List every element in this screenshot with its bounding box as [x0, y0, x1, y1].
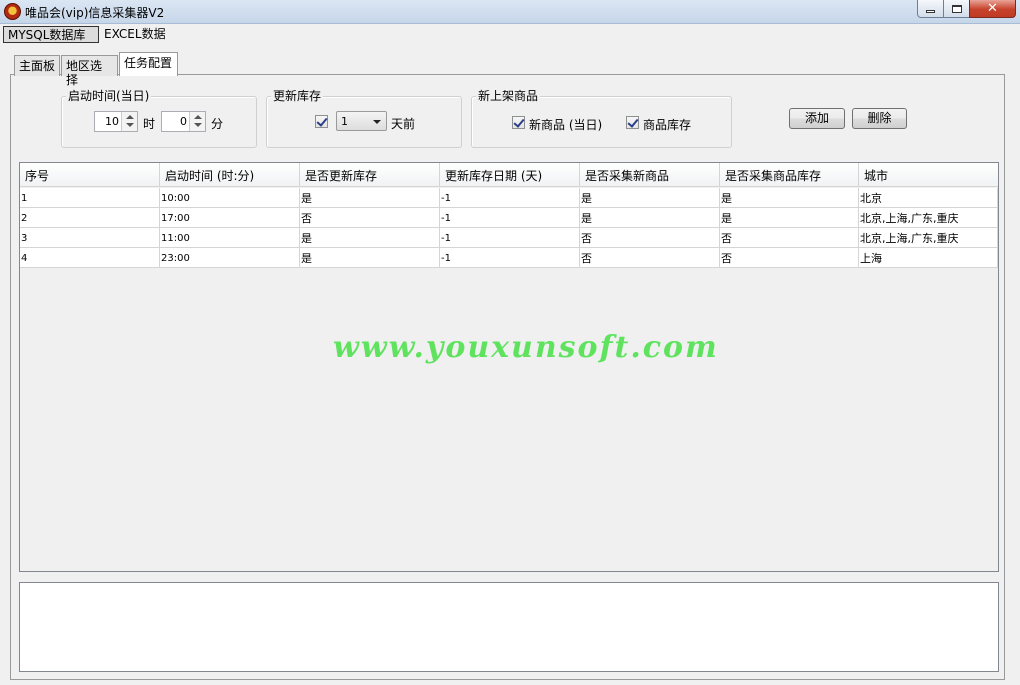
cell-start-time: 23:00: [160, 248, 300, 268]
column-header-update-stock[interactable]: 是否更新库存: [300, 163, 440, 187]
menu-bar: MYSQL数据库 EXCEL数据: [0, 25, 1020, 45]
menu-mysql-database[interactable]: MYSQL数据库: [3, 26, 99, 43]
cell-collect-stock: 是: [720, 208, 859, 228]
update-stock-group-title: 更新库存: [271, 89, 324, 103]
minimize-button[interactable]: [917, 0, 944, 18]
column-header-start-time[interactable]: 启动时间 (时:分): [160, 163, 300, 187]
table-header: 序号 启动时间 (时:分) 是否更新库存 更新库存日期 (天) 是否采集新商品 …: [20, 163, 998, 187]
hour-spin-buttons[interactable]: [121, 112, 137, 131]
cell-collect-new: 是: [580, 208, 720, 228]
cell-collect-stock: 否: [720, 228, 859, 248]
cell-update-stock: 否: [300, 208, 440, 228]
tab-task-config[interactable]: 任务配置: [119, 52, 178, 76]
hour-label: 时: [143, 117, 156, 131]
cell-update-stock: 是: [300, 228, 440, 248]
cell-collect-new: 否: [580, 228, 720, 248]
minute-spin-buttons[interactable]: [189, 112, 205, 131]
spin-down-icon[interactable]: [126, 123, 134, 127]
minute-value: 0: [180, 115, 187, 128]
column-header-collect-new[interactable]: 是否采集新商品: [580, 163, 720, 187]
add-button[interactable]: 添加: [789, 108, 845, 129]
spin-down-icon[interactable]: [194, 123, 202, 127]
window-title: 唯品会(vip)信息采集器V2: [25, 6, 165, 20]
days-label: 天前: [391, 117, 416, 131]
menu-excel-data[interactable]: EXCEL数据: [100, 26, 170, 43]
task-table[interactable]: 序号 启动时间 (时:分) 是否更新库存 更新库存日期 (天) 是否采集新商品 …: [19, 162, 999, 572]
cell-update-days: -1: [440, 188, 580, 208]
table-row[interactable]: 4 23:00 是 -1 否 否 上海: [20, 248, 998, 268]
hour-value: 10: [105, 115, 119, 128]
log-output-box[interactable]: [19, 582, 999, 672]
cell-update-stock: 是: [300, 248, 440, 268]
start-time-group: 启动时间(当日): [61, 89, 257, 148]
cell-seq: 1: [20, 188, 160, 208]
delete-button[interactable]: 删除: [852, 108, 907, 129]
cell-start-time: 10:00: [160, 188, 300, 208]
cell-seq: 3: [20, 228, 160, 248]
cell-seq: 4: [20, 248, 160, 268]
cell-update-days: -1: [440, 228, 580, 248]
maximize-button[interactable]: [943, 0, 970, 18]
minute-label: 分: [211, 117, 224, 131]
new-product-checkbox[interactable]: [512, 116, 525, 129]
cell-collect-new: 是: [580, 188, 720, 208]
cell-city: 北京: [859, 188, 998, 208]
close-button[interactable]: ✕: [969, 0, 1016, 18]
cell-collect-stock: 否: [720, 248, 859, 268]
spin-up-icon[interactable]: [194, 115, 202, 119]
product-stock-checkbox[interactable]: [626, 116, 639, 129]
table-row[interactable]: 1 10:00 是 -1 是 是 北京: [20, 188, 998, 208]
column-header-collect-stock[interactable]: 是否采集商品库存: [720, 163, 859, 187]
product-stock-label: 商品库存: [643, 118, 692, 132]
cell-update-stock: 是: [300, 188, 440, 208]
cell-seq: 2: [20, 208, 160, 228]
column-header-update-days[interactable]: 更新库存日期 (天): [440, 163, 580, 187]
maximize-icon: [951, 4, 962, 13]
minimize-icon: [926, 9, 935, 13]
column-header-city[interactable]: 城市: [859, 163, 998, 187]
cell-city: 北京,上海,广东,重庆: [859, 208, 998, 228]
new-product-label: 新商品 (当日): [529, 118, 603, 132]
hour-spinner[interactable]: 10: [94, 111, 138, 132]
title-bar: 唯品会(vip)信息采集器V2 ✕: [0, 0, 1020, 24]
days-select-value: 1: [341, 115, 348, 128]
cell-update-days: -1: [440, 248, 580, 268]
table-row[interactable]: 3 11:00 是 -1 否 否 北京,上海,广东,重庆: [20, 228, 998, 248]
chevron-down-icon: [373, 120, 381, 124]
start-time-group-title: 启动时间(当日): [66, 89, 152, 103]
column-header-seq[interactable]: 序号: [20, 163, 160, 187]
cell-city: 北京,上海,广东,重庆: [859, 228, 998, 248]
minute-spinner[interactable]: 0: [161, 111, 206, 132]
close-icon: ✕: [987, 1, 998, 16]
tab-main-panel[interactable]: 主面板: [14, 55, 60, 76]
table-row[interactable]: 2 17:00 否 -1 是 是 北京,上海,广东,重庆: [20, 208, 998, 228]
cell-collect-stock: 是: [720, 188, 859, 208]
cell-collect-new: 否: [580, 248, 720, 268]
app-icon: [4, 3, 21, 20]
cell-start-time: 11:00: [160, 228, 300, 248]
cell-city: 上海: [859, 248, 998, 268]
tab-region-select[interactable]: 地区选择: [61, 55, 118, 87]
watermark-text: www.youxunsoft.com: [333, 330, 719, 365]
spin-up-icon[interactable]: [126, 115, 134, 119]
cell-update-days: -1: [440, 208, 580, 228]
cell-start-time: 17:00: [160, 208, 300, 228]
days-select[interactable]: 1: [336, 111, 387, 131]
update-stock-checkbox[interactable]: [315, 115, 328, 128]
new-products-group-title: 新上架商品: [476, 89, 541, 103]
